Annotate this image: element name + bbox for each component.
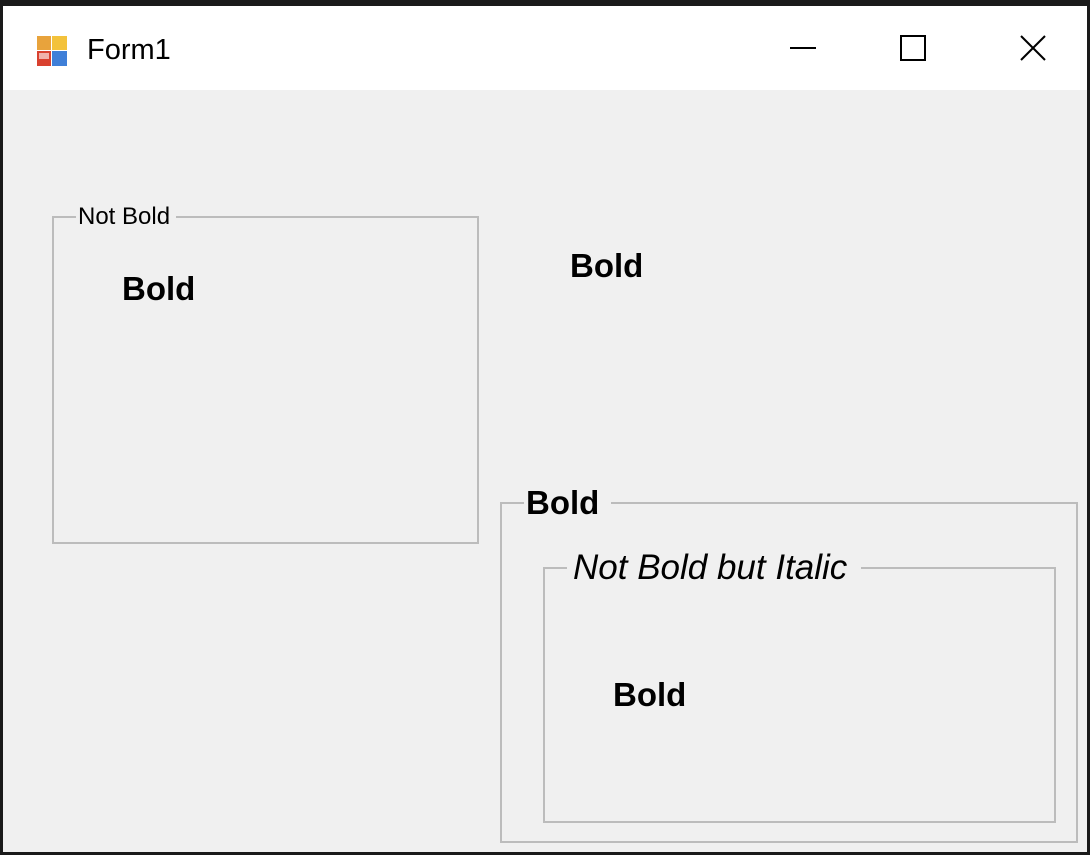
minimize-button[interactable] [748, 6, 858, 90]
groupbox-caption: Not Bold but Italic [567, 549, 862, 587]
maximize-button[interactable] [858, 6, 968, 90]
close-icon [1020, 35, 1046, 61]
window-title: Form1 [87, 34, 171, 66]
form-window: Form1 Not Bold Bold Bold Bold Not Bold b… [0, 0, 1090, 855]
groupbox-not-bold: Not Bold Bold [52, 204, 479, 544]
groupbox-caption: Bold [524, 484, 612, 522]
title-bar[interactable]: Form1 [3, 6, 1087, 90]
bold-label: Bold [613, 676, 687, 713]
groupbox-bold: Bold Not Bold but Italic Bold [500, 484, 1078, 843]
winforms-app-icon [35, 34, 69, 68]
groupbox-caption: Not Bold [76, 204, 177, 230]
standalone-bold-label: Bold [570, 247, 644, 284]
minimize-icon [790, 47, 816, 49]
groupbox-not-bold-italic: Not Bold but Italic Bold [543, 549, 1056, 823]
bold-label: Bold [122, 270, 196, 307]
close-button[interactable] [978, 6, 1088, 90]
form-client-area: Not Bold Bold Bold Bold Not Bold but Ita… [3, 90, 1087, 852]
maximize-icon [900, 35, 926, 61]
